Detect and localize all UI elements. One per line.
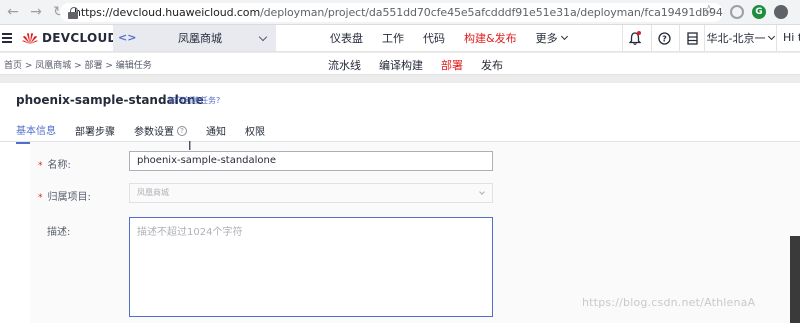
nav-more-label: 更多 [535, 32, 558, 45]
scrollbar[interactable] [790, 236, 800, 323]
subnav-deploy[interactable]: 部署 [441, 57, 463, 73]
region-label: 华北-北京一 [706, 32, 766, 45]
region-selector[interactable]: 华北-北京一 [704, 25, 776, 51]
notification-bell-icon[interactable] [622, 25, 647, 51]
required-mark: * [38, 161, 43, 171]
url-text: https://devcloud.huaweicloud.com/deploym… [74, 6, 723, 19]
nav-more[interactable]: 更多 [535, 30, 568, 46]
tab-params-label: 参数设置 [134, 127, 174, 138]
breadcrumb: 首页 > 凤凰商城 > 部署 > 编辑任务 [4, 61, 152, 71]
project-selector[interactable]: <> 凤凰商城 [113, 25, 276, 51]
chevron-down-icon [479, 189, 485, 195]
huawei-logo-icon [22, 33, 38, 44]
chevron-down-icon [768, 32, 776, 41]
sub-nav: 流水线 编译构建 部署 发布 [328, 57, 521, 73]
svg-text:?: ? [662, 34, 667, 43]
extension-circle-icon[interactable] [730, 5, 744, 19]
profile-icon[interactable] [774, 5, 788, 19]
chevron-down-icon [258, 32, 268, 42]
project-select-value: 凤凰商城 [137, 188, 169, 197]
name-label-text: 名称: [47, 160, 71, 171]
project-label-text: 归属项目: [47, 192, 91, 203]
url-path: /deployman/project/da551dd70cfe45e5afcdd… [260, 6, 723, 19]
workspace-icon[interactable] [679, 25, 704, 51]
description-label: 描述: [47, 227, 71, 238]
top-nav: 仪表盘 工作 代码 构建&发布 更多 [330, 25, 586, 51]
name-input[interactable]: phoenix-sample-standalone [129, 151, 493, 171]
nav-code[interactable]: 代码 [423, 30, 445, 46]
task-edit-card: phoenix-sample-standalone 如何创建任务? 基本信息 部… [0, 83, 800, 323]
nav-work[interactable]: 工作 [382, 30, 404, 46]
forward-icon[interactable]: → [26, 2, 46, 22]
subnav-pipeline[interactable]: 流水线 [328, 57, 361, 73]
user-greeting[interactable]: Hi t [776, 25, 800, 51]
url-host: https://devcloud.huaweicloud.com [74, 6, 261, 19]
logo-text: DEVCLOUD [42, 31, 118, 45]
subnav-release[interactable]: 发布 [481, 57, 503, 73]
project-select: 凤凰商城 [129, 183, 493, 203]
description-textarea[interactable]: 描述不超过1024个字符 [129, 217, 493, 317]
subnav-build[interactable]: 编译构建 [379, 57, 423, 73]
menu-icon[interactable] [2, 33, 12, 43]
extension-g-icon[interactable]: G [752, 5, 766, 19]
bookmark-star-icon[interactable]: ☆ [703, 3, 715, 18]
required-mark: * [38, 193, 43, 203]
how-to-create-link[interactable]: 如何创建任务? [168, 95, 220, 106]
text-cursor-icon: Ⅰ [188, 139, 192, 153]
notification-dot [637, 31, 641, 35]
sub-header: 首页 > 凤凰商城 > 部署 > 编辑任务 流水线 编译构建 部署 发布 [0, 53, 800, 75]
code-brackets-icon: <> [118, 31, 137, 44]
nav-dashboard[interactable]: 仪表盘 [330, 30, 363, 46]
address-bar[interactable]: https://devcloud.huaweicloud.com/deploym… [60, 3, 723, 22]
name-label: * 名称: [38, 156, 71, 171]
chevron-down-icon [560, 32, 568, 41]
help-icon[interactable]: ? [651, 25, 676, 51]
nav-build-release[interactable]: 构建&发布 [464, 30, 517, 46]
project-label: * 归属项目: [38, 188, 91, 203]
project-name: 凤凰商城 [178, 32, 222, 45]
watermark: https://blog.csdn.net/AthlenaA [582, 296, 756, 309]
back-icon[interactable]: ← [3, 2, 23, 22]
question-icon[interactable]: ? [177, 125, 187, 136]
